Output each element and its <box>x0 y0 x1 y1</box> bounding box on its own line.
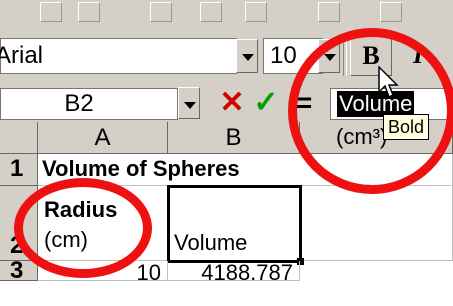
toolbar-button[interactable] <box>200 2 222 22</box>
toolbar-button[interactable] <box>380 2 402 22</box>
check-icon: ✓ <box>253 86 279 119</box>
name-box-value: B2 <box>64 90 94 117</box>
enter-entry-button[interactable]: ✓ <box>252 86 280 120</box>
cancel-icon: ✕ <box>219 86 245 119</box>
font-name-dropdown-icon[interactable] <box>236 39 258 73</box>
row-label-1: 1 <box>10 155 24 182</box>
column-header-b[interactable]: B <box>168 122 300 154</box>
name-box[interactable]: B2 <box>0 88 178 120</box>
row-header-3[interactable]: 3 <box>0 259 38 283</box>
toolbar-button[interactable] <box>245 2 267 22</box>
font-size-value: 10 <box>270 42 297 69</box>
mouse-pointer-icon <box>378 66 399 99</box>
name-box-dropdown-icon[interactable] <box>178 87 200 119</box>
toolbar-button[interactable] <box>318 2 340 22</box>
column-label-b: B <box>225 124 242 151</box>
cell-a1-text: Volume of Spheres <box>42 156 240 181</box>
toolbar-button[interactable] <box>150 2 172 22</box>
cancel-entry-button[interactable]: ✕ <box>218 86 246 120</box>
font-name-value: Arial <box>0 42 44 69</box>
toolbar-button[interactable] <box>40 2 62 22</box>
cell-b3[interactable]: 4188.787 <box>168 261 300 285</box>
toolbar-button[interactable] <box>78 2 100 22</box>
column-header-a[interactable]: A <box>38 122 168 154</box>
highlight-circle-radius <box>14 178 152 278</box>
cell-c2[interactable] <box>300 186 453 261</box>
row-label-3: 3 <box>10 257 24 284</box>
highlight-circle-bold <box>288 28 453 194</box>
bold-tooltip: Bold <box>383 114 430 140</box>
font-name-select[interactable]: Arial <box>0 38 237 74</box>
standard-toolbar <box>0 0 453 31</box>
bold-tooltip-text: Bold <box>388 117 425 137</box>
row-header-1[interactable]: 1 <box>0 154 38 186</box>
active-cell-border <box>167 185 302 263</box>
column-label-a: A <box>94 124 111 151</box>
select-all-corner[interactable] <box>0 122 38 154</box>
